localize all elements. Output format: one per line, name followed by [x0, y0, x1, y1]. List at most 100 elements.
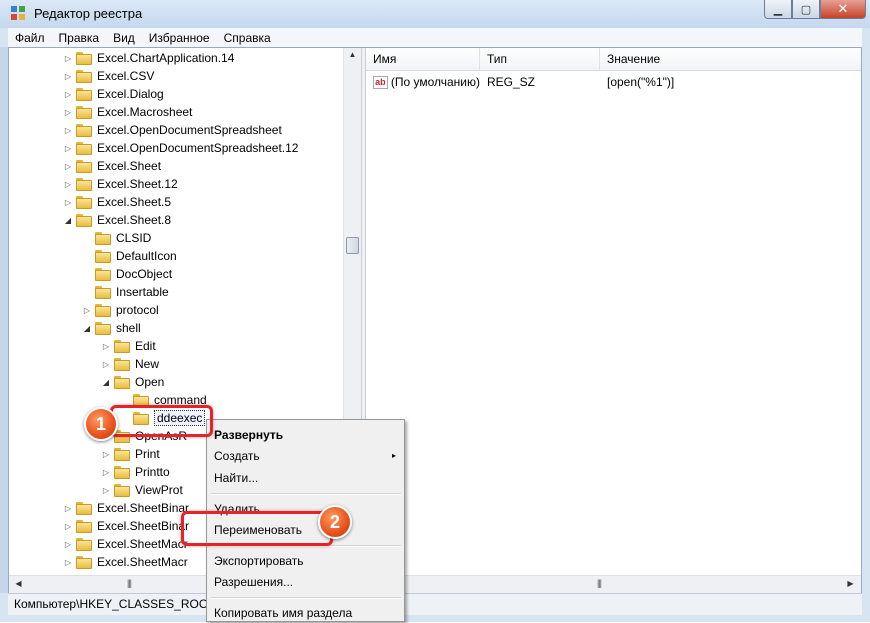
tree-item[interactable]: Insertable	[82, 283, 169, 301]
tree-item[interactable]: ▷ Excel.SheetMacr	[63, 535, 188, 553]
tree-scroll-thumb[interactable]	[346, 237, 359, 254]
tree-item[interactable]: ▷ Excel.Sheet	[63, 157, 161, 175]
expand-arrow-icon[interactable]: ▷	[63, 162, 73, 171]
tree-item-label: Excel.SheetBinar	[97, 501, 190, 515]
expand-arrow-icon[interactable]: ▷	[82, 306, 92, 315]
expand-arrow-icon[interactable]: ▷	[63, 144, 73, 153]
expand-arrow-icon[interactable]: ▷	[101, 450, 111, 459]
menu-item-copy-key-name[interactable]: Копировать имя раздела	[207, 603, 404, 623]
tree-item[interactable]: ▷ Excel.SheetMacr	[63, 553, 188, 571]
expand-arrow-icon[interactable]: ▷	[63, 522, 73, 531]
minimize-button[interactable]: ▁	[764, 0, 792, 19]
collapse-arrow-icon[interactable]: ◢	[63, 216, 73, 225]
tree-item[interactable]: ▷ Excel.OpenDocumentSpreadsheet	[63, 121, 282, 139]
tree-item[interactable]: ▷ ViewProt	[101, 481, 183, 499]
collapse-arrow-icon[interactable]: ◢	[101, 378, 111, 387]
expand-arrow-icon[interactable]: ▷	[101, 486, 111, 495]
tree-item[interactable]: ▷ Excel.ChartApplication.14	[63, 49, 235, 67]
tree-item[interactable]: ▷ Excel.OpenDocumentSpreadsheet.12	[63, 139, 299, 157]
expand-arrow-icon[interactable]: ▷	[101, 342, 111, 351]
tree-item[interactable]: ▷ Excel.CSV	[63, 67, 154, 85]
menu-item-export[interactable]: Экспортировать	[207, 551, 404, 571]
tree-item[interactable]: ◢ Open	[101, 373, 164, 391]
menu-item-find[interactable]: Найти...	[207, 468, 404, 488]
expand-arrow-icon[interactable]: ▷	[63, 504, 73, 513]
tree-item[interactable]: ▷ Print	[101, 445, 160, 463]
column-header-name[interactable]: Имя	[366, 48, 480, 70]
folder-icon	[76, 159, 92, 173]
menu-item-create-label: Создать	[214, 449, 260, 463]
tree-item-label: Excel.OpenDocumentSpreadsheet	[97, 123, 282, 137]
scroll-left-icon[interactable]: ◀	[13, 579, 24, 588]
tree-item[interactable]: ▷ New	[101, 355, 159, 373]
menu-favorites[interactable]: Избранное	[142, 31, 217, 45]
collapse-arrow-icon[interactable]: ◢	[82, 324, 92, 333]
folder-icon	[114, 357, 130, 371]
tree-item-label: Excel.Macrosheet	[97, 105, 193, 119]
menu-item-permissions[interactable]: Разрешения...	[207, 572, 404, 592]
list-hscroll-grip-icon[interactable]: |||	[597, 578, 602, 588]
expand-arrow-icon[interactable]: ▷	[63, 126, 73, 135]
expand-arrow-icon[interactable]: ▷	[101, 468, 111, 477]
tree-item-label: Excel.ChartApplication.14	[97, 51, 235, 65]
expand-arrow-icon[interactable]: ▷	[63, 180, 73, 189]
tree-item-label: DocObject	[116, 267, 173, 281]
highlight-ddeexec	[110, 405, 213, 437]
tree-hscroll-grip-icon[interactable]: |||	[127, 578, 132, 588]
tree-item[interactable]: DefaultIcon	[82, 247, 177, 265]
tree-item-label: DefaultIcon	[116, 249, 177, 263]
menu-file[interactable]: Файл	[8, 31, 52, 45]
close-button[interactable]: ✕	[820, 0, 866, 19]
expand-arrow-icon[interactable]: ▷	[63, 72, 73, 81]
menu-view[interactable]: Вид	[106, 31, 142, 45]
expand-arrow-icon[interactable]: ▷	[63, 108, 73, 117]
tree-item[interactable]: ▷ Excel.Sheet.12	[63, 175, 178, 193]
string-value-icon: ab	[373, 75, 388, 89]
tree-item[interactable]: ▷ Excel.Dialog	[63, 85, 164, 103]
maximize-button[interactable]: ▢	[792, 0, 820, 19]
folder-icon	[95, 321, 111, 335]
step-badge-2: 2	[318, 505, 352, 539]
tree-item[interactable]: ▷ protocol	[82, 301, 159, 319]
menu-edit[interactable]: Правка	[52, 31, 107, 45]
column-header-type[interactable]: Тип	[480, 48, 600, 70]
list-item[interactable]: ab (По умолчанию) REG_SZ [open("%1")]	[366, 73, 800, 91]
expand-arrow-icon[interactable]: ▷	[63, 540, 73, 549]
tree-item[interactable]: ▷ Excel.SheetBinar	[63, 499, 189, 517]
tree-item-label: Excel.Dialog	[97, 87, 164, 101]
maximize-icon: ▢	[800, 3, 812, 16]
list-header: Имя Тип Значение	[366, 48, 861, 71]
tree-item[interactable]: ◢ shell	[82, 319, 141, 337]
expand-arrow-icon[interactable]: ▷	[101, 360, 111, 369]
tree-item-label: New	[135, 357, 160, 371]
list-scroll-right-icon[interactable]: ▶	[845, 579, 856, 588]
tree-item[interactable]: ▷ Excel.Macrosheet	[63, 103, 192, 121]
expand-arrow-icon[interactable]: ▷	[63, 558, 73, 567]
horizontal-scrollbar[interactable]: ◀ ||| ▶ ◀ ||| ▶	[9, 575, 861, 593]
menu-item-expand[interactable]: Развернуть	[207, 425, 404, 445]
value-name-cell: ab (По умолчанию)	[366, 75, 480, 89]
tree-item-label: Excel.OpenDocumentSpreadsheet.12	[97, 141, 299, 155]
tree-item[interactable]: DocObject	[82, 265, 172, 283]
value-data: [open("%1")]	[607, 75, 675, 89]
folder-icon	[76, 87, 92, 101]
tree-item[interactable]: ▷ Excel.SheetBinar	[63, 517, 189, 535]
expand-arrow-icon[interactable]: ▷	[63, 54, 73, 63]
tree-item[interactable]: ◢ Excel.Sheet.8	[63, 211, 171, 229]
expand-arrow-icon[interactable]: ▷	[63, 198, 73, 207]
tree-item[interactable]: CLSID	[82, 229, 151, 247]
scroll-up-icon[interactable]: ▲	[347, 50, 358, 59]
folder-icon	[76, 537, 92, 551]
tree-item[interactable]: ▷ Printto	[101, 463, 170, 481]
column-header-value[interactable]: Значение	[600, 48, 861, 70]
tree-item[interactable]: ▷ Edit	[101, 337, 156, 355]
title-bar[interactable]: Редактор реестра ▁ ▢ ✕	[0, 0, 870, 28]
minimize-icon: ▁	[773, 3, 783, 16]
tree-item[interactable]: ▷ Excel.Sheet.5	[63, 193, 171, 211]
expand-arrow-icon[interactable]: ▷	[63, 90, 73, 99]
menu-item-create[interactable]: Создать ▸	[207, 446, 404, 466]
tree-item-label: Print	[135, 447, 160, 461]
values-list[interactable]: Имя Тип Значение ab (По умолчанию) REG_S…	[366, 48, 861, 575]
menu-help[interactable]: Справка	[217, 31, 278, 45]
folder-icon	[76, 105, 92, 119]
